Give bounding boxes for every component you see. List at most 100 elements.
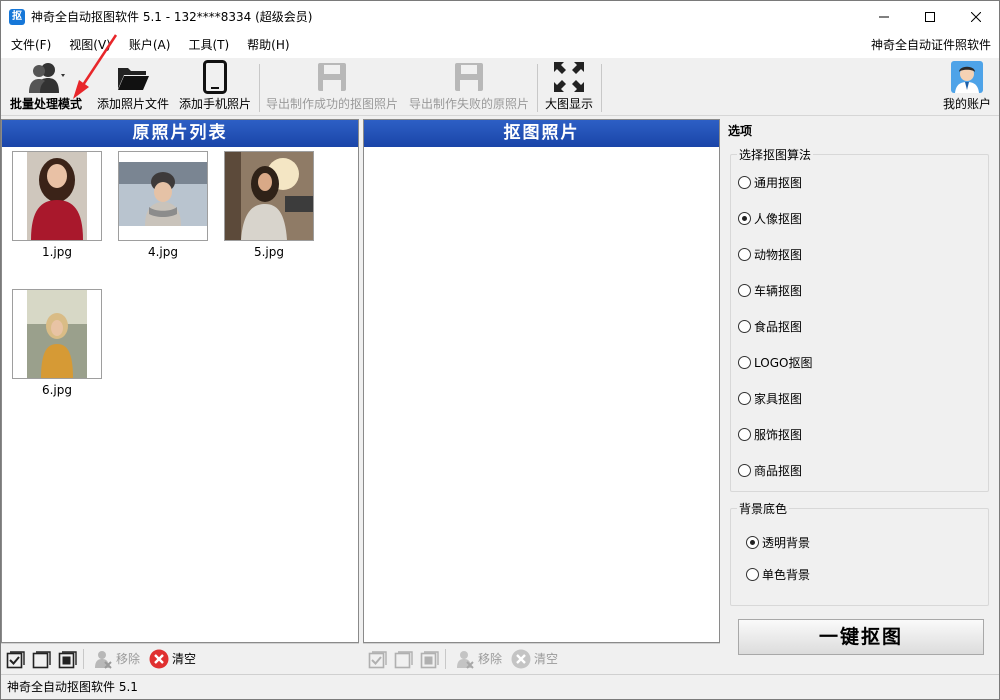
invert-selection-button[interactable] (419, 648, 441, 670)
id-photo-software-link[interactable]: 神奇全自动证件照软件 (871, 32, 991, 58)
remove-user-icon (95, 650, 112, 669)
toolbar-separator (259, 64, 260, 112)
photo-woman-street-sunset (224, 151, 314, 241)
radio-animal-label: 动物抠图 (754, 248, 803, 262)
algorithm-group: 选择抠图算法 通用抠图 人像抠图 动物抠图 车辆抠图 食品抠图 LOGO抠图 家… (730, 146, 989, 492)
menu-help[interactable]: 帮助(H) (237, 32, 297, 58)
radio-portrait[interactable]: 人像抠图 (738, 210, 802, 227)
clear-button[interactable] (148, 648, 170, 670)
toolbar: 批量处理模式 添加照片文件 添加手机照片 导出制作成功的抠图照片 导出制作失败的… (1, 58, 999, 116)
clear-label: 清空 (534, 652, 559, 666)
menu-view[interactable]: 视图(V) (59, 32, 119, 58)
original-photo-panel: 原照片列表 1.jpg 4.jpg 5.jpg 6.jpg (1, 119, 359, 643)
app-logo-icon: 抠 (9, 8, 25, 25)
radio-vehicle-label: 车辆抠图 (754, 284, 803, 298)
clear-x-icon (511, 649, 531, 668)
large-view-button[interactable]: 大图显示 (541, 58, 597, 116)
avatar-icon (951, 61, 983, 93)
radio-solid-bg-label: 单色背景 (762, 568, 811, 582)
radio-product[interactable]: 商品抠图 (738, 462, 802, 479)
title-bar: 抠 神奇全自动抠图软件 5.1 - 132****8334 (超级会员) (1, 1, 999, 32)
radio-clothing[interactable]: 服饰抠图 (738, 426, 802, 443)
close-icon (971, 11, 981, 22)
add-files-button[interactable]: 添加照片文件 (95, 58, 171, 116)
export-success-label: 导出制作成功的抠图照片 (265, 97, 398, 111)
radio-solid-bg[interactable]: 单色背景 (746, 566, 810, 583)
add-phone-button[interactable]: 添加手机照片 (177, 58, 253, 116)
photo-woman-blonde-outdoor (12, 289, 102, 379)
photo-woman-red-sweater (12, 151, 102, 241)
export-success-button[interactable]: 导出制作成功的抠图照片 (263, 58, 401, 116)
maximize-button[interactable] (907, 1, 953, 32)
thumbnail-5[interactable]: 5.jpg (224, 151, 314, 259)
check-all-button[interactable] (367, 648, 389, 670)
radio-dot (738, 176, 751, 189)
radio-dot (738, 464, 751, 477)
status-bar: 神奇全自动抠图软件 5.1 (1, 674, 999, 699)
maximize-icon (925, 11, 935, 22)
original-panel-actions: 移除 清空 (1, 643, 359, 673)
background-group: 背景底色 透明背景 单色背景 (730, 500, 989, 606)
radio-dot (746, 568, 759, 581)
minimize-button[interactable] (861, 1, 907, 32)
radio-product-label: 商品抠图 (754, 464, 803, 478)
minimize-icon (879, 16, 889, 17)
radio-dot-selected (746, 536, 759, 549)
thumbnail-4-filename: 4.jpg (147, 245, 179, 259)
radio-transparent-bg-label: 透明背景 (762, 536, 811, 550)
cutout-panel-actions: 移除 清空 (363, 643, 720, 673)
background-group-label: 背景底色 (737, 500, 790, 517)
check-all-icon (368, 650, 387, 668)
users-icon (29, 63, 65, 93)
menu-account[interactable]: 账户(A) (119, 32, 179, 58)
invert-selection-button[interactable] (57, 648, 79, 670)
my-account-button[interactable]: 我的账户 (939, 58, 995, 116)
one-click-cutout-button[interactable]: 一键抠图 (738, 619, 984, 655)
photo-woman-knit-hat (118, 151, 208, 241)
cutout-photo-panel: 抠图照片 (363, 119, 720, 643)
check-all-button[interactable] (5, 648, 27, 670)
options-panel: 选项 选择抠图算法 通用抠图 人像抠图 动物抠图 车辆抠图 食品抠图 LOGO抠… (722, 119, 999, 673)
radio-food-label: 食品抠图 (754, 320, 803, 334)
add-files-label: 添加照片文件 (96, 97, 169, 111)
remove-button[interactable] (454, 648, 476, 670)
remove-button[interactable] (92, 648, 114, 670)
remove-label: 移除 (116, 652, 141, 666)
uncheck-all-button[interactable] (393, 648, 415, 670)
uncheck-all-icon (394, 650, 413, 668)
folder-icon (118, 68, 149, 90)
radio-dot (738, 428, 751, 441)
algorithm-group-label: 选择抠图算法 (737, 146, 814, 163)
radio-food[interactable]: 食品抠图 (738, 318, 802, 335)
uncheck-all-button[interactable] (31, 648, 53, 670)
thumbnail-1[interactable]: 1.jpg (12, 151, 102, 259)
bottom-bar-separator (445, 648, 446, 669)
clear-x-icon (149, 649, 169, 668)
invert-selection-icon (58, 650, 77, 668)
radio-dot (738, 356, 751, 369)
close-button[interactable] (953, 1, 999, 32)
radio-animal[interactable]: 动物抠图 (738, 246, 802, 263)
export-failed-button[interactable]: 导出制作失败的原照片 (405, 58, 533, 116)
batch-mode-button[interactable]: 批量处理模式 (7, 58, 85, 116)
thumbnail-6[interactable]: 6.jpg (12, 289, 102, 397)
radio-furniture-label: 家具抠图 (754, 392, 803, 406)
expand-icon (554, 62, 584, 92)
radio-vehicle[interactable]: 车辆抠图 (738, 282, 802, 299)
menu-file[interactable]: 文件(F) (1, 32, 59, 58)
menu-bar: 文件(F) 视图(V) 账户(A) 工具(T) 帮助(H) 神奇全自动证件照软件 (1, 32, 999, 58)
thumbnail-4[interactable]: 4.jpg (118, 151, 208, 259)
radio-general[interactable]: 通用抠图 (738, 174, 802, 191)
radio-transparent-bg[interactable]: 透明背景 (746, 534, 810, 551)
invert-selection-icon (420, 650, 439, 668)
radio-furniture[interactable]: 家具抠图 (738, 390, 802, 407)
clear-button[interactable] (510, 648, 532, 670)
save-disk-icon (318, 63, 346, 91)
app-window: 抠 神奇全自动抠图软件 5.1 - 132****8334 (超级会员) 文件(… (0, 0, 1000, 700)
original-photo-panel-title: 原照片列表 (2, 120, 358, 147)
uncheck-all-icon (32, 650, 51, 668)
radio-logo[interactable]: LOGO抠图 (738, 354, 812, 371)
check-all-icon (6, 650, 25, 668)
menu-tools[interactable]: 工具(T) (178, 32, 237, 58)
add-phone-label: 添加手机照片 (178, 97, 251, 111)
